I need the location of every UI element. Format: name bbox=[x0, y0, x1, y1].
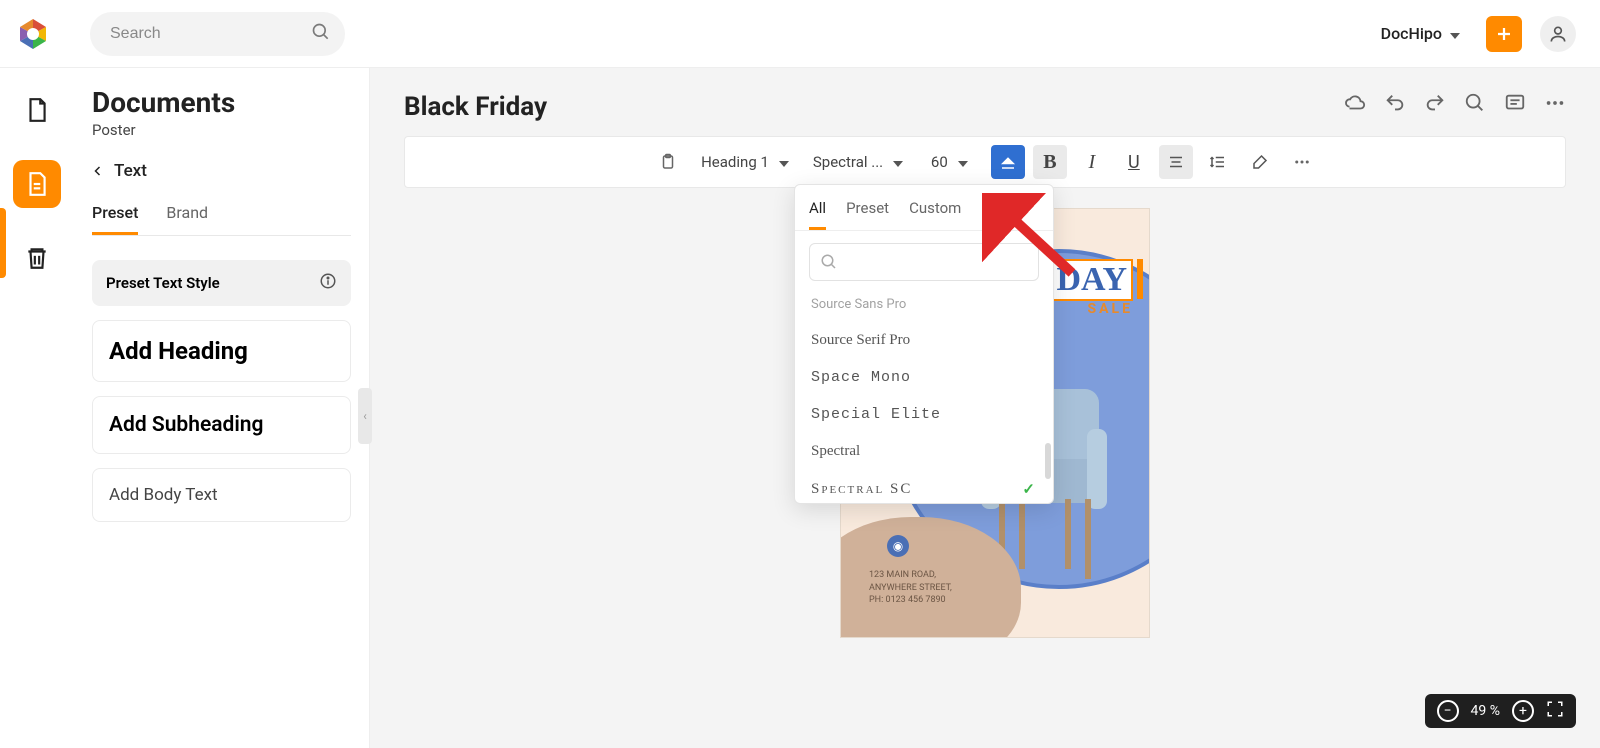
rail-trash[interactable] bbox=[13, 234, 61, 282]
tab-preset[interactable]: Preset bbox=[92, 203, 138, 235]
line-height-button[interactable] bbox=[1201, 145, 1235, 179]
italic-button[interactable]: I bbox=[1075, 145, 1109, 179]
align-button[interactable] bbox=[1159, 145, 1193, 179]
font-item-name: Source Sans Pro bbox=[811, 297, 906, 312]
font-family-select[interactable]: Spectral ... bbox=[805, 149, 915, 175]
addr-l2: ANYWHERE STREET, bbox=[869, 582, 952, 595]
font-item-name: Source Serif Pro bbox=[811, 332, 910, 349]
font-item-name: Special Elite bbox=[811, 406, 941, 423]
font-item-name: Spectral SC bbox=[811, 481, 912, 498]
font-family-label: Spectral ... bbox=[813, 153, 883, 171]
zoom-out-button[interactable]: − bbox=[1437, 700, 1459, 722]
add-subheading-card[interactable]: Add Subheading bbox=[92, 396, 351, 454]
text-properties-toolbar: Heading 1 Spectral ... 60 B I U bbox=[404, 136, 1566, 188]
check-icon: ✓ bbox=[1022, 480, 1037, 499]
redo-icon[interactable] bbox=[1424, 92, 1446, 114]
workspace-name: DocHipo bbox=[1381, 24, 1442, 43]
rail-documents[interactable] bbox=[13, 86, 61, 134]
rail-active-strip bbox=[0, 208, 6, 278]
info-icon[interactable] bbox=[319, 272, 337, 294]
selection-edge[interactable] bbox=[1137, 259, 1143, 299]
new-document-button[interactable] bbox=[1486, 16, 1522, 52]
left-rail bbox=[0, 68, 74, 748]
poster-address[interactable]: 123 MAIN ROAD, ANYWHERE STREET, PH: 0123… bbox=[869, 569, 952, 607]
more-icon[interactable] bbox=[1544, 92, 1566, 114]
preset-header-label: Preset Text Style bbox=[106, 274, 220, 292]
chevron-down-icon bbox=[958, 153, 968, 171]
find-icon[interactable] bbox=[1464, 92, 1486, 114]
tab-brand[interactable]: Brand bbox=[166, 203, 208, 235]
zoom-value: 49 % bbox=[1471, 703, 1500, 719]
rail-editor[interactable] bbox=[13, 160, 61, 208]
addr-l1: 123 MAIN ROAD, bbox=[869, 569, 952, 582]
chevron-down-icon bbox=[893, 153, 903, 171]
heading-level-select[interactable]: Heading 1 bbox=[693, 149, 797, 175]
font-tab-all[interactable]: All bbox=[809, 193, 826, 230]
clipboard-icon[interactable] bbox=[651, 145, 685, 179]
font-size-value: 60 bbox=[931, 153, 948, 171]
font-item[interactable]: Special Elite bbox=[795, 396, 1053, 433]
font-item[interactable]: Source Sans Pro bbox=[795, 293, 1053, 322]
add-heading-card[interactable]: Add Heading bbox=[92, 320, 351, 382]
poster-subline[interactable]: SALE bbox=[1088, 301, 1133, 317]
font-item[interactable]: Source Serif Pro bbox=[795, 322, 1053, 359]
profile-button[interactable] bbox=[1540, 16, 1576, 52]
font-tab-preset[interactable]: Preset bbox=[846, 193, 889, 230]
font-size-select[interactable]: 60 bbox=[923, 149, 983, 175]
add-body-card[interactable]: Add Body Text bbox=[92, 468, 351, 522]
font-item-name: Spectral bbox=[811, 443, 860, 460]
zoom-bar: − 49 % + bbox=[1425, 694, 1576, 728]
undo-icon[interactable] bbox=[1384, 92, 1406, 114]
logo[interactable] bbox=[8, 9, 58, 59]
fullscreen-icon[interactable] bbox=[1546, 700, 1564, 722]
workspace-dropdown[interactable]: DocHipo bbox=[1381, 24, 1460, 43]
heading-level-label: Heading 1 bbox=[701, 153, 769, 171]
side-subtype: Poster bbox=[92, 121, 351, 139]
text-color-button[interactable] bbox=[1243, 145, 1277, 179]
search-icon bbox=[311, 22, 331, 46]
annotation-arrow-icon bbox=[982, 193, 1082, 287]
chevron-down-icon bbox=[779, 153, 789, 171]
side-title: Documents bbox=[92, 86, 351, 119]
font-list[interactable]: Source Sans Pro Source Serif Pro Space Mon… bbox=[795, 293, 1053, 503]
text-bg-color-button[interactable] bbox=[991, 145, 1025, 179]
addr-l3: PH: 0123 456 7890 bbox=[869, 594, 952, 607]
font-item[interactable]: Spectral SC ✓ bbox=[795, 470, 1053, 503]
comments-icon[interactable] bbox=[1504, 92, 1526, 114]
more-text-options-icon[interactable] bbox=[1285, 145, 1319, 179]
font-item-name: Space Mono bbox=[811, 369, 911, 386]
location-pin-icon[interactable]: ◉ bbox=[887, 535, 909, 557]
side-back-label: Text bbox=[114, 161, 147, 181]
scrollbar-thumb[interactable] bbox=[1045, 443, 1051, 479]
search-input[interactable] bbox=[90, 12, 345, 56]
chevron-down-icon bbox=[1450, 24, 1460, 43]
cloud-sync-icon[interactable] bbox=[1344, 92, 1366, 114]
canvas-area: ‹ Black Friday Heading 1 Spectral ... 60… bbox=[370, 68, 1600, 748]
font-item[interactable]: Spectral bbox=[795, 433, 1053, 470]
side-panel: Documents Poster Text Preset Brand Prese… bbox=[74, 68, 370, 748]
side-back-button[interactable]: Text bbox=[92, 161, 351, 181]
font-tab-custom[interactable]: Custom bbox=[909, 193, 961, 230]
preset-text-style-header[interactable]: Preset Text Style bbox=[92, 260, 351, 306]
font-item[interactable]: Space Mono bbox=[795, 359, 1053, 396]
zoom-in-button[interactable]: + bbox=[1512, 700, 1534, 722]
panel-collapse-handle[interactable]: ‹ bbox=[358, 388, 372, 444]
underline-button[interactable]: U bbox=[1117, 145, 1151, 179]
bold-button[interactable]: B bbox=[1033, 145, 1067, 179]
